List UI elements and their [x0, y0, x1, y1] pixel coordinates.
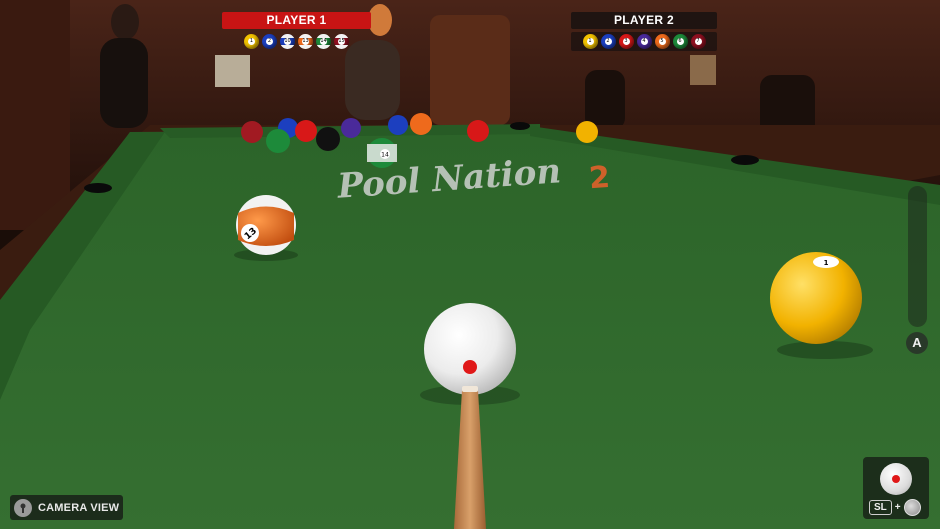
- ball-3: [295, 120, 317, 142]
- pocket: [510, 122, 530, 130]
- player-2-ball-number: 6: [676, 38, 684, 45]
- ball-14-number: 14: [381, 152, 389, 159]
- camera-view-label: CAMERA VIEW: [38, 501, 120, 514]
- ball-14: 14: [367, 138, 397, 168]
- ball-9: [576, 121, 598, 143]
- plus-sign: +: [894, 502, 901, 513]
- menu-card: [215, 55, 250, 87]
- ball-5: [410, 113, 432, 135]
- player-1-panel: PLAYER 1 1 2 10 13 14 15: [222, 12, 371, 58]
- spin-key-hint: SL +: [869, 499, 921, 516]
- table-logo-number: 2: [588, 160, 611, 196]
- player-2-ball-5: 5: [654, 34, 670, 49]
- player-1-ball-number: 1: [248, 38, 255, 45]
- ball-4: [341, 118, 361, 138]
- player-1-ball-number: 13: [302, 38, 309, 45]
- patron-head: [111, 4, 139, 40]
- cue-aim-dot: [463, 360, 477, 374]
- ball-1-number: 1: [824, 259, 829, 267]
- player-1-name: PLAYER 1: [222, 12, 371, 29]
- pocket: [84, 183, 112, 193]
- player-2-ball-number: 5: [658, 38, 666, 45]
- sl-key-label: SL: [869, 500, 892, 515]
- a-button-prompt[interactable]: A: [906, 332, 928, 354]
- ball-3-far: [467, 120, 489, 142]
- player-2-ball-tray: 1 2 3 4 5 6 7: [571, 32, 717, 51]
- cue-tip: [462, 386, 478, 392]
- player-1-ball-number: 10: [284, 38, 291, 45]
- player-2-name: PLAYER 2: [571, 12, 717, 29]
- player-1-ball-number: 14: [320, 38, 327, 45]
- ball-13: 13: [236, 195, 296, 255]
- player-2-ball-2: 2: [600, 34, 616, 49]
- camera-joystick-icon: [14, 498, 32, 517]
- player-2-ball-number: 4: [640, 38, 648, 45]
- curtain-left: [0, 0, 70, 230]
- ball-shadow: [777, 341, 873, 359]
- bar-chair: [585, 70, 625, 130]
- barrel: [430, 15, 510, 125]
- player-2-ball-number: 2: [604, 38, 612, 45]
- ball-8: [316, 127, 340, 151]
- player-1-ball-14: 14: [316, 34, 331, 49]
- right-stick-icon: [903, 499, 921, 516]
- player-2-ball-7: 7: [690, 34, 706, 49]
- spin-cue-ball-icon[interactable]: [880, 463, 912, 495]
- menu-stand: [690, 55, 716, 85]
- player-1-ball-number: 2: [266, 38, 273, 45]
- player-1-ball-10: 10: [280, 34, 295, 49]
- spin-point-icon: [892, 475, 900, 483]
- player-2-ball-1: 1: [582, 34, 598, 49]
- shot-power-meter[interactable]: [908, 186, 927, 327]
- spin-control-panel[interactable]: SL +: [863, 457, 929, 519]
- player-2-ball-number: 1: [586, 38, 594, 45]
- player-1-ball-13: 13: [298, 34, 313, 49]
- player-2-ball-4: 4: [636, 34, 652, 49]
- player-2-ball-number: 7: [694, 38, 702, 45]
- player-1-ball-15: 15: [334, 34, 349, 49]
- pocket: [731, 155, 759, 165]
- game-viewport: Pool Nation 2 14 13 1 PLAYER 1 1 2 10 13…: [0, 0, 940, 529]
- patron-body: [100, 38, 148, 128]
- player-1-ball-2: 2: [262, 34, 277, 49]
- player-2-ball-number: 3: [622, 38, 630, 45]
- camera-view-button[interactable]: CAMERA VIEW: [10, 495, 123, 520]
- player-1-ball-tray: 1 2 10 13 14 15: [222, 34, 371, 49]
- player-1-ball-1: 1: [244, 34, 259, 49]
- ball-1: 1: [770, 252, 862, 344]
- ball-14-far: [266, 129, 290, 153]
- cue-ball: [424, 303, 516, 395]
- patron-hair: [368, 4, 392, 36]
- player-1-ball-number: 15: [338, 38, 345, 45]
- pool-table-scene: Pool Nation 2 14 13 1: [0, 0, 940, 529]
- player-2-ball-6: 6: [672, 34, 688, 49]
- ball-15: [241, 121, 263, 143]
- player-2-ball-3: 3: [618, 34, 634, 49]
- player-2-panel: PLAYER 2 1 2 3 4 5 6 7: [571, 12, 717, 58]
- ball-2: [388, 115, 408, 135]
